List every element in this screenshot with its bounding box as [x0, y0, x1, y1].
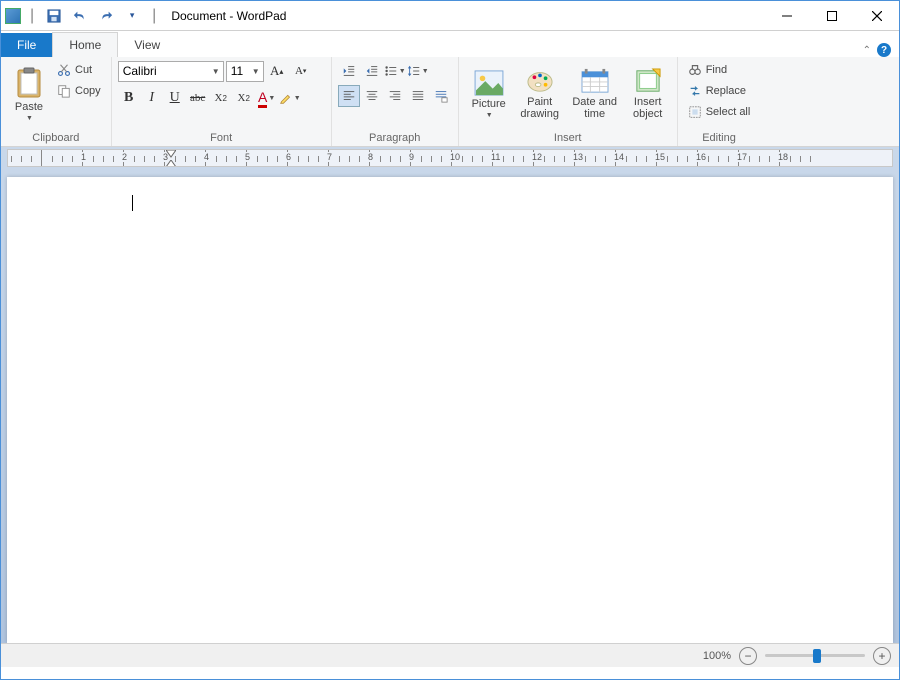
- chevron-down-icon[interactable]: ▼: [249, 67, 263, 76]
- chevron-down-icon: ▼: [486, 112, 493, 119]
- shrink-font-button[interactable]: A▾: [290, 60, 312, 82]
- maximize-button[interactable]: [809, 1, 854, 31]
- insert-object-button[interactable]: Insert object: [625, 60, 671, 128]
- group-insert: Picture ▼ Paint drawing Date and time In…: [459, 57, 678, 146]
- line-spacing-button[interactable]: ▼: [407, 60, 429, 82]
- ribbon-tabs: File Home View ⌃ ?: [1, 31, 899, 57]
- find-button[interactable]: Find: [684, 60, 755, 80]
- close-button[interactable]: [854, 1, 899, 31]
- app-icon: [5, 8, 21, 24]
- underline-button[interactable]: U: [164, 87, 186, 109]
- title-bar: | ▾ | Document - WordPad: [1, 1, 899, 31]
- paste-button[interactable]: Paste ▼: [7, 60, 51, 128]
- strikethrough-button[interactable]: abc: [187, 87, 209, 109]
- group-font: ▼ ▼ A▴ A▾ B I U abc X2 X2 A▼ ▼: [112, 57, 332, 146]
- zoom-level-label: 100%: [703, 650, 731, 662]
- copy-icon: [57, 84, 71, 98]
- font-size-input[interactable]: [227, 64, 249, 78]
- align-left-button[interactable]: [338, 85, 360, 107]
- font-size-combo[interactable]: ▼: [226, 61, 264, 82]
- italic-button[interactable]: I: [141, 87, 163, 109]
- align-right-button[interactable]: [384, 85, 406, 107]
- qat-customize-button[interactable]: ▾: [121, 5, 143, 27]
- bold-button[interactable]: B: [118, 87, 140, 109]
- align-center-button[interactable]: [361, 85, 383, 107]
- highlight-button[interactable]: ▼: [279, 87, 301, 109]
- horizontal-ruler[interactable]: 321123456789101112131415161718: [7, 149, 893, 167]
- group-clipboard: Paste ▼ Cut Copy Clipboard: [1, 57, 112, 146]
- qat-undo-button[interactable]: [69, 5, 91, 27]
- cut-button[interactable]: Cut: [53, 60, 105, 80]
- superscript-button[interactable]: X2: [233, 87, 255, 109]
- group-paragraph: ▼ ▼ Paragraph: [332, 57, 459, 146]
- insert-datetime-button[interactable]: Date and time: [567, 60, 623, 128]
- zoom-in-button[interactable]: +: [873, 647, 891, 665]
- first-line-indent-marker[interactable]: [166, 150, 176, 160]
- copy-button[interactable]: Copy: [53, 81, 105, 101]
- chevron-down-icon: ▼: [26, 115, 33, 122]
- zoom-out-button[interactable]: −: [739, 647, 757, 665]
- decrease-indent-button[interactable]: [338, 60, 360, 82]
- paragraph-dialog-button[interactable]: [430, 85, 452, 107]
- help-button[interactable]: ?: [877, 43, 891, 57]
- select-all-icon: [688, 105, 702, 119]
- zoom-slider-thumb[interactable]: [813, 649, 821, 663]
- workspace: 321123456789101112131415161718: [1, 147, 899, 643]
- window-title: Document - WordPad: [165, 9, 764, 23]
- zoom-slider[interactable]: [765, 654, 865, 657]
- bullets-button[interactable]: ▼: [384, 60, 406, 82]
- ribbon: Paste ▼ Cut Copy Clipboard: [1, 57, 899, 147]
- chevron-down-icon[interactable]: ▼: [209, 67, 223, 76]
- font-name-combo[interactable]: ▼: [118, 61, 224, 82]
- font-name-input[interactable]: [119, 64, 209, 78]
- group-editing: Find Replace Select all Editing: [678, 57, 761, 146]
- tab-home[interactable]: Home: [52, 32, 118, 57]
- justify-button[interactable]: [407, 85, 429, 107]
- grow-font-button[interactable]: A▴: [266, 60, 288, 82]
- tab-file[interactable]: File: [1, 33, 52, 57]
- clipboard-icon: [15, 67, 43, 99]
- minimize-button[interactable]: [764, 1, 809, 31]
- binoculars-icon: [688, 63, 702, 77]
- text-cursor: [132, 195, 133, 211]
- insert-picture-button[interactable]: Picture ▼: [465, 60, 513, 128]
- insert-paint-button[interactable]: Paint drawing: [515, 60, 565, 128]
- font-color-button[interactable]: A▼: [256, 87, 278, 109]
- replace-icon: [688, 84, 702, 98]
- qat-save-button[interactable]: [43, 5, 65, 27]
- subscript-button[interactable]: X2: [210, 87, 232, 109]
- collapse-ribbon-button[interactable]: ⌃: [863, 45, 871, 56]
- left-indent-marker[interactable]: [166, 160, 176, 167]
- document-page[interactable]: [7, 177, 893, 643]
- increase-indent-button[interactable]: [361, 60, 383, 82]
- scissors-icon: [57, 63, 71, 77]
- tab-view[interactable]: View: [118, 33, 176, 57]
- qat-redo-button[interactable]: [95, 5, 117, 27]
- replace-button[interactable]: Replace: [684, 81, 755, 101]
- status-bar: 100% − +: [1, 643, 899, 667]
- select-all-button[interactable]: Select all: [684, 102, 755, 122]
